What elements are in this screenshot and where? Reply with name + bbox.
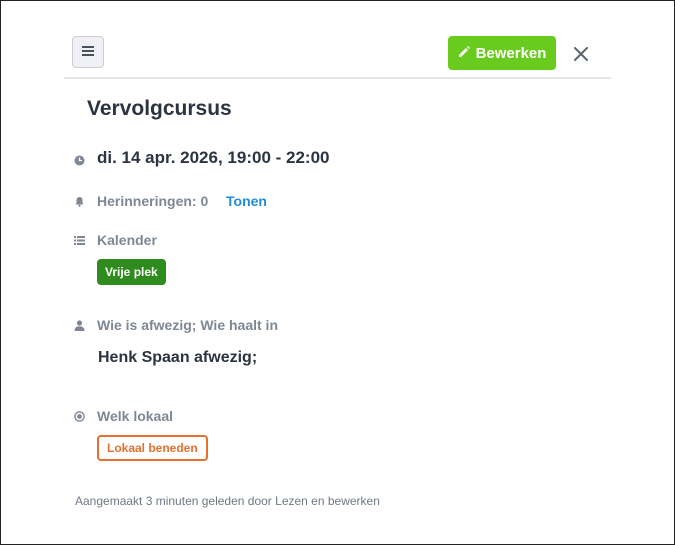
hamburger-icon	[82, 43, 94, 61]
header-divider	[64, 77, 611, 79]
edit-button[interactable]: Bewerken	[448, 36, 556, 70]
show-reminders-link[interactable]: Tonen	[226, 193, 267, 209]
person-icon	[73, 319, 85, 331]
menu-button[interactable]	[72, 36, 104, 68]
event-datetime: di. 14 apr. 2026, 19:00 - 22:00	[97, 148, 330, 167]
absence-value: Henk Spaan afwezig;	[98, 349, 258, 366]
pencil-icon	[458, 45, 470, 62]
event-title: Vervolgcursus	[87, 97, 232, 120]
absence-label: Wie is afwezig; Wie haalt in	[97, 317, 279, 333]
location-label: Welk lokaal	[97, 408, 174, 424]
bell-icon	[73, 195, 85, 207]
event-dialog: Bewerken Vervolgcursus di. 14 apr. 2026,…	[0, 0, 675, 545]
reminders-label: Herinneringen: 0	[97, 193, 209, 209]
clock-icon	[73, 154, 85, 166]
close-button[interactable]	[571, 46, 591, 66]
location-badge: Lokaal beneden	[97, 435, 208, 461]
created-info: Aangemaakt 3 minuten geleden door Lezen …	[75, 494, 380, 508]
calendar-label: Kalender	[97, 232, 157, 248]
list-icon	[73, 234, 85, 246]
edit-button-label: Bewerken	[475, 44, 547, 62]
close-icon	[574, 46, 588, 66]
radio-dot-icon	[73, 410, 85, 422]
calendar-badge: Vrije plek	[97, 259, 166, 285]
